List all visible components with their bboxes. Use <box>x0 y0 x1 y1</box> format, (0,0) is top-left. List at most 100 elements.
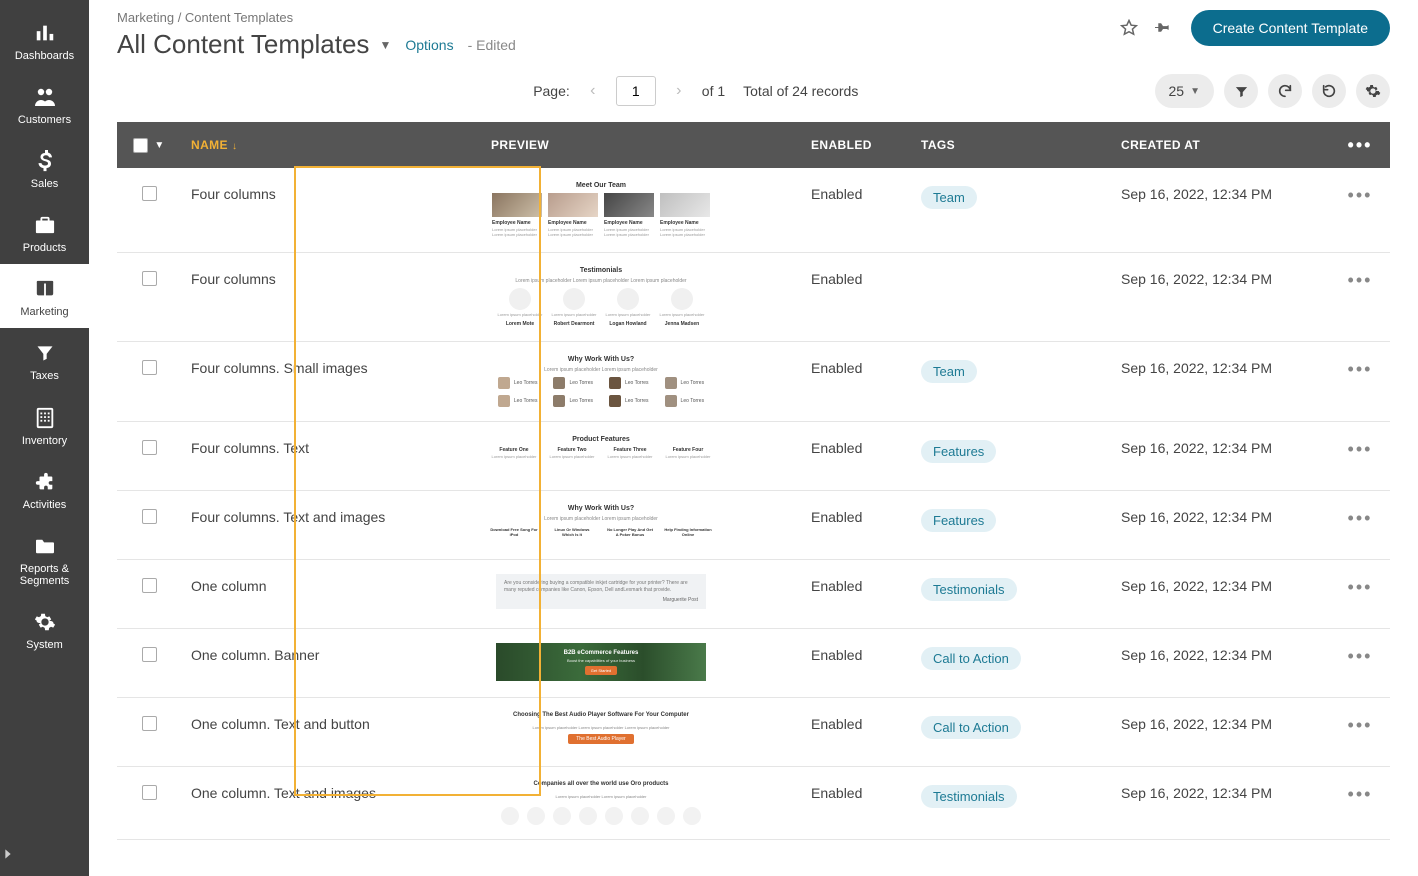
sidebar-item-reports[interactable]: Reports & Segments <box>0 521 89 597</box>
sidebar-item-customers[interactable]: Customers <box>0 72 89 136</box>
title-dropdown-caret[interactable]: ▼ <box>379 38 391 52</box>
chevron-down-icon: ▼ <box>1190 86 1200 97</box>
column-header-name[interactable]: NAME↓ <box>181 122 481 168</box>
column-header-tags[interactable]: TAGS <box>911 122 1111 168</box>
sidebar-item-marketing[interactable]: Marketing <box>0 264 89 328</box>
filter-button[interactable] <box>1224 74 1258 108</box>
table-row[interactable]: One column. Text and images Companies al… <box>117 767 1390 839</box>
topbar: Marketing / Content Templates All Conten… <box>89 0 1418 64</box>
pager-next[interactable]: › <box>668 82 690 100</box>
create-content-template-button[interactable]: Create Content Template <box>1191 10 1390 46</box>
row-actions-menu[interactable]: ••• <box>1348 186 1373 204</box>
folder-icon <box>32 533 58 559</box>
sidebar-item-sales[interactable]: Sales <box>0 136 89 200</box>
dollar-icon <box>32 148 58 174</box>
row-checkbox[interactable] <box>142 716 157 731</box>
tag-badge[interactable]: Features <box>921 509 996 532</box>
column-header-preview[interactable]: PREVIEW <box>481 122 801 168</box>
cell-created: Sep 16, 2022, 12:34 PM <box>1111 341 1330 422</box>
table-row[interactable]: Four columns. Text Product Features Feat… <box>117 422 1390 491</box>
refresh-button[interactable] <box>1268 74 1302 108</box>
cell-tags: Testimonials <box>911 767 1111 839</box>
sidebar-item-system[interactable]: System <box>0 597 89 661</box>
book-icon <box>32 276 58 302</box>
table-row[interactable]: Four columns Meet Our Team Employee Name… <box>117 168 1390 252</box>
sidebar-item-activities[interactable]: Activities <box>0 457 89 521</box>
star-icon[interactable] <box>1117 16 1141 40</box>
row-checkbox[interactable] <box>142 186 157 201</box>
header-actions-menu[interactable]: ••• <box>1348 136 1373 154</box>
tag-badge[interactable]: Call to Action <box>921 716 1021 739</box>
tag-badge[interactable]: Team <box>921 360 977 383</box>
cell-tags: Call to Action <box>911 629 1111 698</box>
select-all-header: ▼ <box>117 122 181 168</box>
breadcrumb[interactable]: Marketing / Content Templates <box>117 10 516 25</box>
tag-badge[interactable]: Testimonials <box>921 785 1017 808</box>
cell-name: Four columns. Small images <box>181 341 481 422</box>
tag-badge[interactable]: Team <box>921 186 977 209</box>
sort-asc-icon: ↓ <box>232 141 237 152</box>
cell-tags: Features <box>911 491 1111 560</box>
row-checkbox[interactable] <box>142 440 157 455</box>
cell-created: Sep 16, 2022, 12:34 PM <box>1111 767 1330 839</box>
cell-name: Four columns <box>181 252 481 341</box>
table-row[interactable]: Four columns. Text and images Why Work W… <box>117 491 1390 560</box>
pager-prev[interactable]: ‹ <box>582 82 604 100</box>
select-all-checkbox[interactable] <box>133 138 148 153</box>
cell-created: Sep 16, 2022, 12:34 PM <box>1111 491 1330 560</box>
cell-name: Four columns. Text and images <box>181 491 481 560</box>
table-row[interactable]: One column. Text and button Choosing The… <box>117 698 1390 767</box>
page-size-selector[interactable]: 25 ▼ <box>1155 74 1214 108</box>
cell-created: Sep 16, 2022, 12:34 PM <box>1111 252 1330 341</box>
column-header-created[interactable]: CREATED AT <box>1111 122 1330 168</box>
row-checkbox[interactable] <box>142 271 157 286</box>
sidebar-item-label: Sales <box>31 178 59 190</box>
options-link[interactable]: Options <box>405 37 453 53</box>
cell-enabled: Enabled <box>801 560 911 629</box>
cell-tags <box>911 252 1111 341</box>
row-actions-menu[interactable]: ••• <box>1348 716 1373 734</box>
edited-label: - Edited <box>468 37 516 53</box>
tag-badge[interactable]: Call to Action <box>921 647 1021 670</box>
row-actions-menu[interactable]: ••• <box>1348 271 1373 289</box>
pin-icon[interactable] <box>1151 16 1175 40</box>
tag-badge[interactable]: Features <box>921 440 996 463</box>
row-actions-menu[interactable]: ••• <box>1348 785 1373 803</box>
row-checkbox[interactable] <box>142 578 157 593</box>
row-checkbox[interactable] <box>142 785 157 800</box>
sidebar-item-taxes[interactable]: Taxes <box>0 328 89 392</box>
pager-page-input[interactable] <box>616 76 656 106</box>
cell-created: Sep 16, 2022, 12:34 PM <box>1111 168 1330 252</box>
column-header-enabled[interactable]: ENABLED <box>801 122 911 168</box>
page-size-value: 25 <box>1169 83 1185 99</box>
row-actions-menu[interactable]: ••• <box>1348 578 1373 596</box>
table-row[interactable]: Four columns. Small images Why Work With… <box>117 341 1390 422</box>
tag-badge[interactable]: Testimonials <box>921 578 1017 601</box>
reset-button[interactable] <box>1312 74 1346 108</box>
cell-preview: B2B eCommerce FeaturesBoost the capabili… <box>481 629 801 698</box>
row-checkbox[interactable] <box>142 647 157 662</box>
sidebar-item-label: Products <box>23 242 66 254</box>
cell-created: Sep 16, 2022, 12:34 PM <box>1111 629 1330 698</box>
sidebar-item-label: Inventory <box>22 435 67 447</box>
row-actions-menu[interactable]: ••• <box>1348 440 1373 458</box>
cell-enabled: Enabled <box>801 767 911 839</box>
settings-button[interactable] <box>1356 74 1390 108</box>
table-row[interactable]: One column. Banner B2B eCommerce Feature… <box>117 629 1390 698</box>
row-actions-menu[interactable]: ••• <box>1348 647 1373 665</box>
table-row[interactable]: One column Are you considering buying a … <box>117 560 1390 629</box>
cell-preview: Why Work With Us?Lorem ipsum placeholder… <box>481 491 801 560</box>
row-checkbox[interactable] <box>142 509 157 524</box>
row-actions-menu[interactable]: ••• <box>1348 360 1373 378</box>
content-templates-table: ▼ NAME↓ PREVIEW ENABLED TAGS CREATED AT … <box>117 122 1390 840</box>
row-actions-menu[interactable]: ••• <box>1348 509 1373 527</box>
row-checkbox[interactable] <box>142 360 157 375</box>
cell-tags: Call to Action <box>911 698 1111 767</box>
cell-preview: Choosing The Best Audio Player Software … <box>481 698 801 767</box>
sidebar-collapse-button[interactable] <box>0 832 89 876</box>
sidebar-item-inventory[interactable]: Inventory <box>0 393 89 457</box>
table-row[interactable]: Four columns TestimonialsLorem ipsum pla… <box>117 252 1390 341</box>
select-all-dropdown[interactable]: ▼ <box>154 140 164 151</box>
sidebar-item-products[interactable]: Products <box>0 200 89 264</box>
sidebar-item-dashboards[interactable]: Dashboards <box>0 8 89 72</box>
